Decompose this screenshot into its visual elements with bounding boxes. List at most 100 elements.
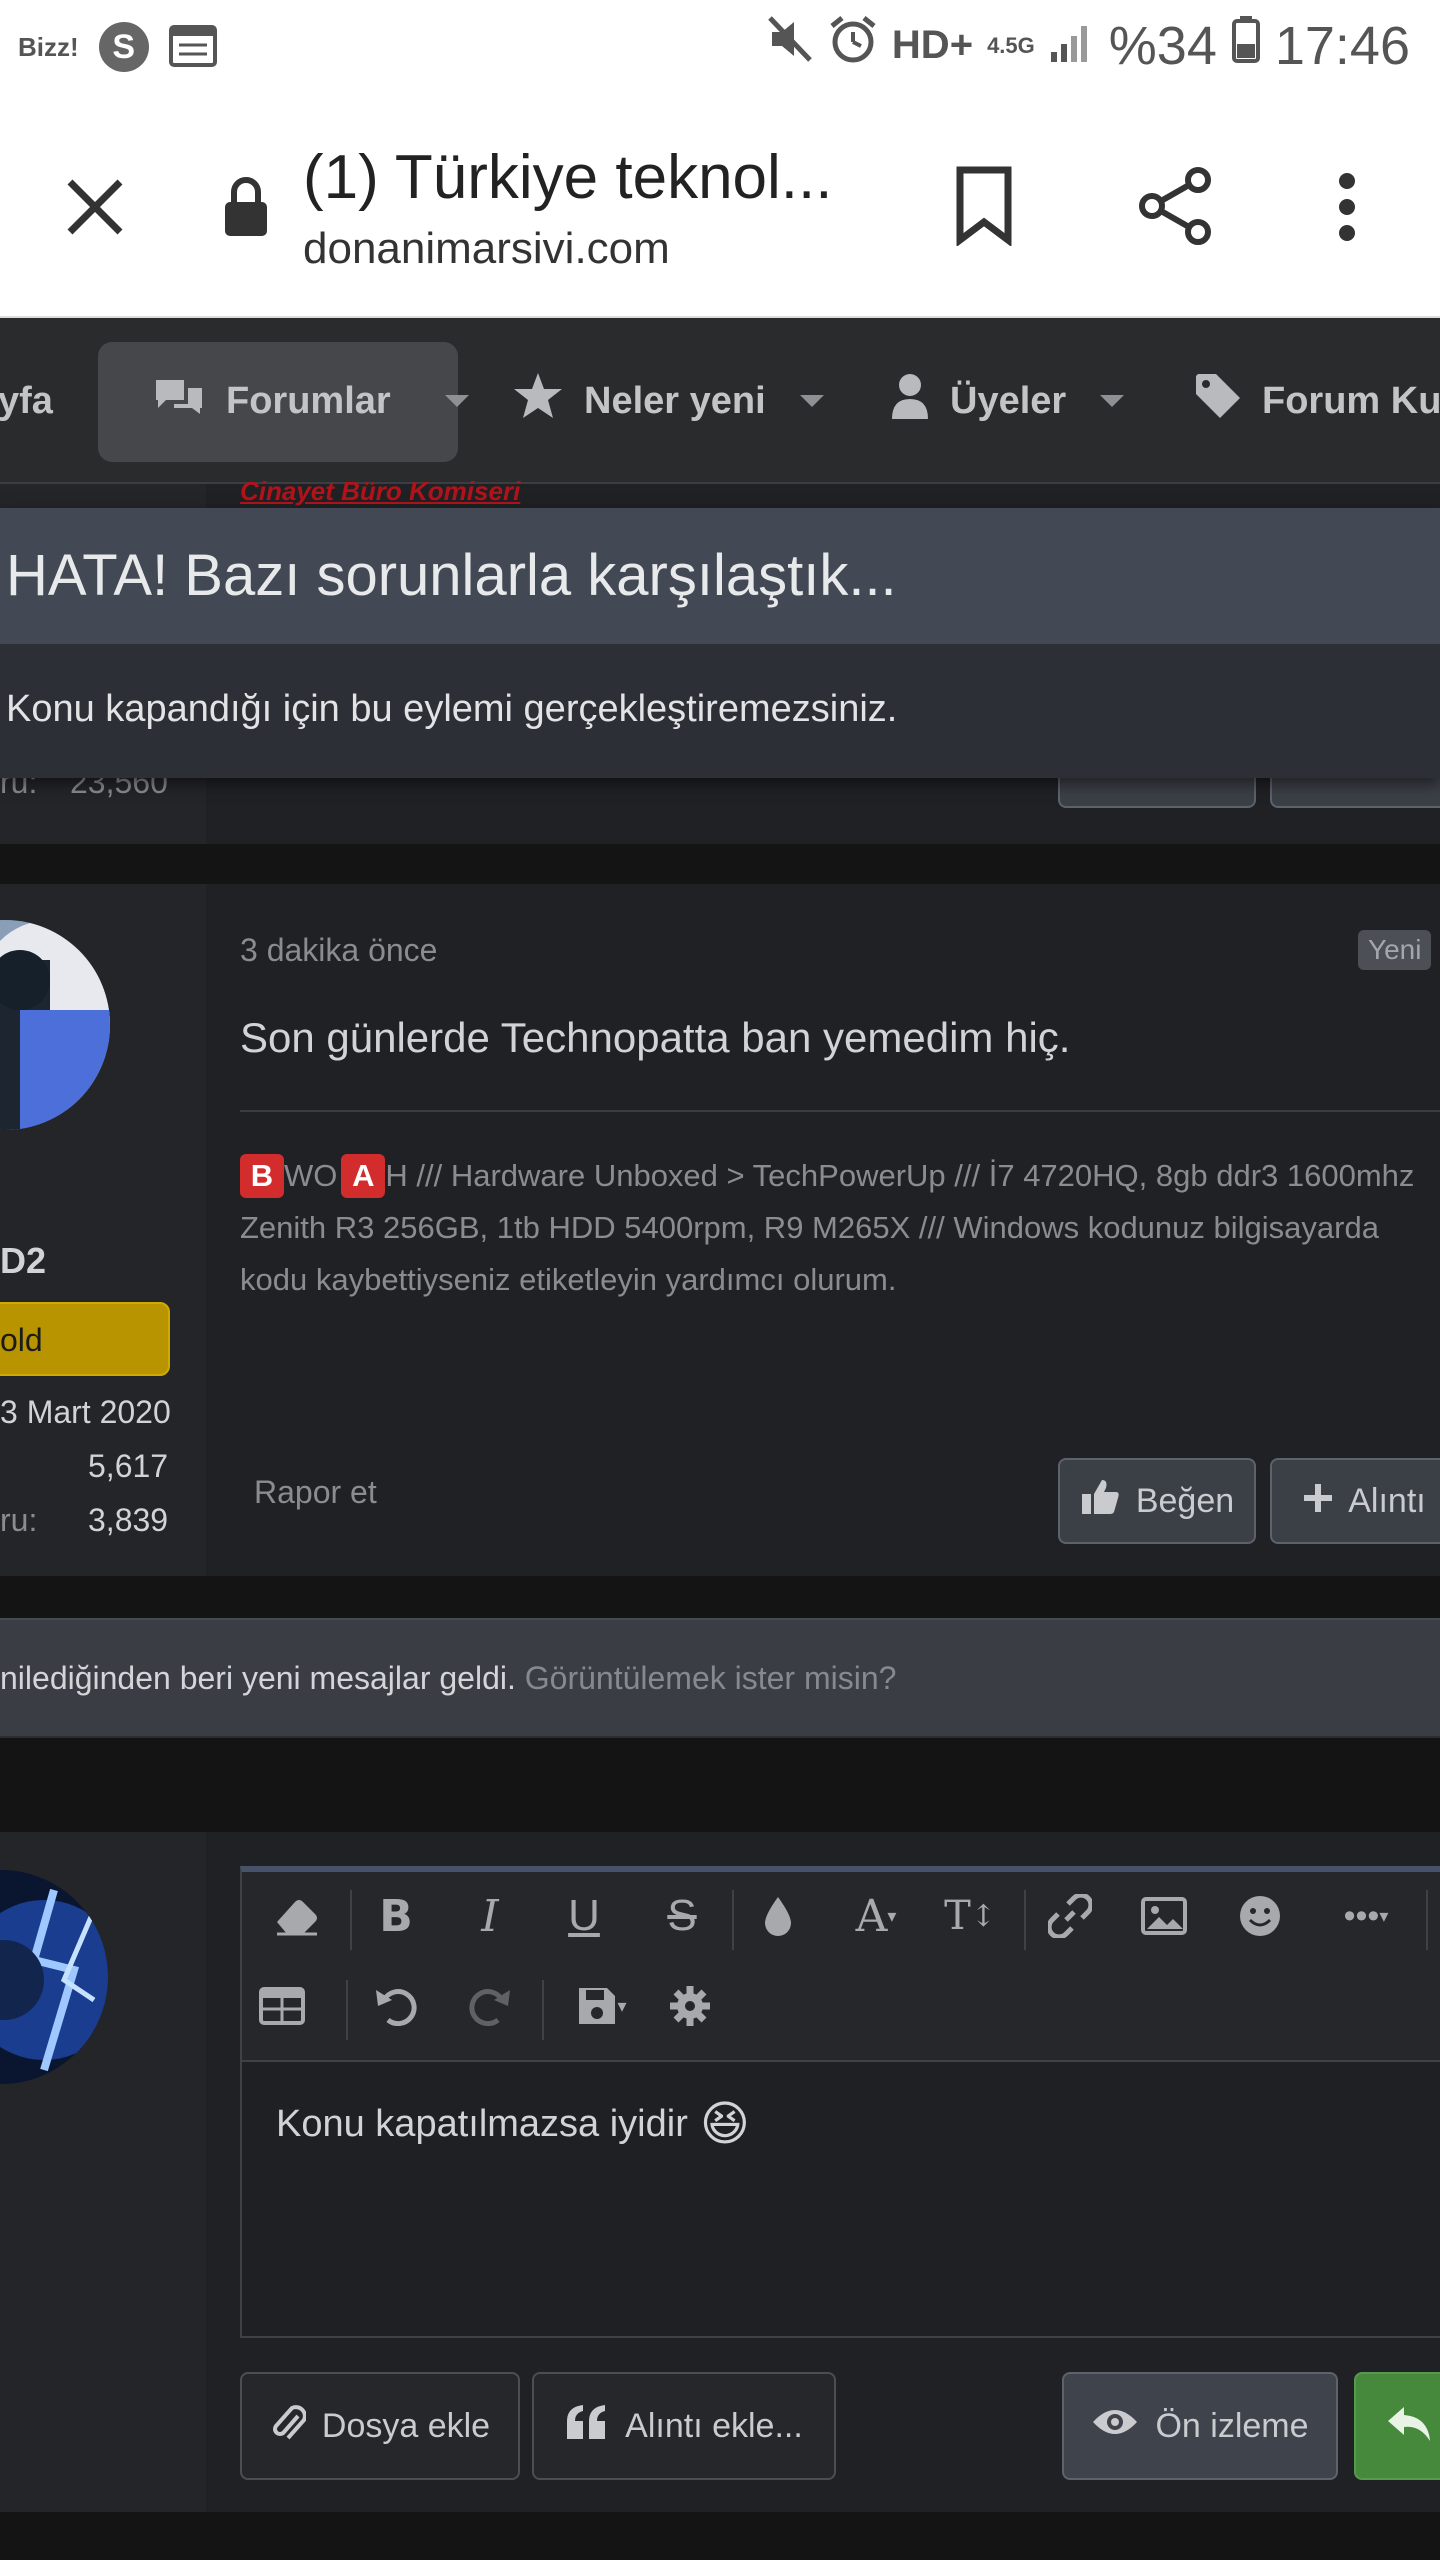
comments-icon <box>152 376 206 426</box>
editor-text: Konu kapatılmazsa iyidir <box>276 2102 688 2145</box>
view-new-messages-link[interactable]: Görüntülemek ister misin? <box>525 1660 897 1696</box>
chevron-down-icon[interactable] <box>799 395 824 407</box>
alarm-icon <box>828 14 878 77</box>
save-draft-icon[interactable]: ▾ <box>552 1966 652 2046</box>
toolbar-divider <box>542 1980 544 2040</box>
signal-icon <box>1049 15 1095 77</box>
quote-left-icon <box>565 2403 609 2450</box>
chevron-down-icon[interactable] <box>1100 395 1125 407</box>
undo-icon[interactable] <box>356 1966 436 2046</box>
reaction-count: 3,839 <box>88 1502 169 1538</box>
like-button[interactable]: Beğen <box>1058 1458 1256 1544</box>
carrier-label: Bizz! <box>18 31 79 62</box>
report-link[interactable]: Rapor et <box>254 1474 377 1511</box>
chevron-down-icon[interactable] <box>444 395 469 407</box>
nav-item-label: Forumlar <box>226 379 391 422</box>
signature-line2: Zenith R3 256GB, 1tb HDD 5400rpm, R9 M26… <box>240 1210 1379 1245</box>
toolbar-divider <box>1024 1890 1026 1950</box>
preview-label: Ön izleme <box>1155 2406 1309 2445</box>
user-rank-badge: old <box>0 1302 170 1376</box>
bookmark-icon[interactable] <box>952 166 1016 251</box>
thumbs-up-icon <box>1080 1478 1120 1525</box>
preview-button[interactable]: Ön izleme <box>1062 2372 1338 2480</box>
network-small: 4.5G <box>987 32 1035 58</box>
toolbar-divider <box>1426 1890 1428 1950</box>
quote-label: Alıntı <box>1348 1481 1426 1520</box>
username-fragment[interactable]: D2 <box>0 1240 46 1282</box>
signature: B WO A H /// Hardware Unboxed > TechPowe… <box>240 1150 1440 1310</box>
mute-icon <box>766 14 814 77</box>
attach-file-button[interactable]: Dosya ekle <box>240 2372 520 2480</box>
settings-icon[interactable] <box>650 1966 730 2046</box>
post-text: Son günlerde Technopatta ban yemedim hiç… <box>240 1014 1071 1061</box>
message-count: 5,617 <box>88 1448 169 1484</box>
post-reply-button[interactable] <box>1354 2372 1440 2480</box>
redo-icon[interactable] <box>450 1966 530 2046</box>
post-time[interactable]: 3 dakika önce <box>240 932 437 969</box>
nav-item-label: Üyeler <box>950 379 1067 422</box>
table-icon[interactable] <box>242 1966 322 2046</box>
user-icon <box>890 373 930 429</box>
more-icon[interactable] <box>1334 172 1360 247</box>
underline-icon[interactable]: U <box>544 1876 624 1956</box>
like-label: Beğen <box>1135 1481 1235 1520</box>
browser-toolbar: (1) Türkiye teknol... donanimarsivi.com <box>0 100 1440 318</box>
smiley-icon[interactable] <box>1220 1876 1300 1956</box>
join-date: 3 Mart 2020 <box>0 1394 171 1430</box>
color-drop-icon[interactable] <box>738 1876 818 1956</box>
paperclip-icon <box>270 2400 307 2453</box>
link-icon[interactable] <box>1030 1876 1110 1956</box>
image-icon[interactable] <box>1124 1876 1204 1956</box>
page-title: (1) Türkiye teknol... <box>303 143 833 212</box>
eye-icon <box>1091 2406 1139 2447</box>
new-messages-notice: nilediğinden beri yeni mesajlar geldi. G… <box>0 1618 1440 1738</box>
close-icon[interactable] <box>62 174 128 245</box>
editor-toolbar: B I U S A ▾ T ↕ ••• ▾ ▾ <box>242 1872 1440 2062</box>
eraser-icon[interactable] <box>256 1876 336 1956</box>
battery-icon <box>1231 14 1261 77</box>
lock-icon[interactable] <box>222 176 270 243</box>
signature-line3: kodu kaybettiyseniz etiketleyin yardımcı… <box>240 1262 897 1297</box>
font-size-icon[interactable]: T ↕ <box>930 1876 1010 1956</box>
clock: 17:46 <box>1274 15 1410 76</box>
nav-item-whats-new[interactable]: Neler yeni <box>512 318 824 484</box>
page-url[interactable]: donanimarsivi.com <box>303 224 670 274</box>
signature-divider <box>240 1110 1440 1112</box>
toolbar-divider <box>346 1980 348 2040</box>
laughing-emoji: 😆 <box>699 2098 750 2151</box>
signature-line1: H /// Hardware Unboxed > TechPowerUp ///… <box>385 1158 1415 1193</box>
bold-icon[interactable]: B <box>356 1876 436 1956</box>
share-icon[interactable] <box>1136 166 1216 251</box>
editor-content[interactable]: Konu kapatılmazsa iyidir 😆 <box>276 2096 750 2152</box>
forum-nav: yfa Forumlar Neler yeni Üyeler Forum Kur <box>0 318 1440 484</box>
nav-item-label: Forum Kur <box>1262 379 1440 422</box>
reply-icon <box>1386 2405 1432 2448</box>
a-emoji-badge: A <box>341 1154 386 1198</box>
font-family-icon[interactable]: A ▾ <box>836 1876 916 1956</box>
nav-item-label: Neler yeni <box>584 379 766 422</box>
toolbar-divider <box>350 1890 352 1950</box>
strikethrough-icon[interactable]: S <box>642 1876 722 1956</box>
error-message: Konu kapandığı için bu eylemi gerçekleşt… <box>6 688 898 730</box>
error-title: HATA! Bazı sorunlarla karşılaştık... <box>6 543 897 608</box>
quote-button[interactable]: Alıntı <box>1270 1458 1440 1544</box>
nav-item-home[interactable]: yfa <box>0 318 53 484</box>
nav-item-forum-rules[interactable]: Forum Kur <box>1194 318 1440 484</box>
italic-icon[interactable]: I <box>450 1876 530 1956</box>
rich-text-editor: B I U S A ▾ T ↕ ••• ▾ ▾ Konu kapatılmazs… <box>240 1866 1440 2338</box>
signature-wo: WO <box>284 1158 338 1193</box>
nav-item-forums[interactable]: Forumlar <box>152 318 469 484</box>
battery-percent: %34 <box>1108 15 1217 76</box>
more-options-icon[interactable]: ••• ▾ <box>1316 1876 1416 1956</box>
s-app-icon: S <box>98 22 149 72</box>
prev-user-title: Cinayet Büro Komiseri <box>240 476 521 506</box>
status-bar: Bizz! S HD+ 4.5G %34 17:46 <box>0 0 1440 100</box>
tag-icon <box>1194 372 1242 430</box>
new-badge: Yeni <box>1358 930 1432 970</box>
reaction-label: ru: <box>0 1502 38 1538</box>
insert-quote-button[interactable]: Alıntı ekle... <box>532 2372 836 2480</box>
new-messages-text: nilediğinden beri yeni mesajlar geldi. <box>0 1660 516 1696</box>
nav-item-members[interactable]: Üyeler <box>890 318 1125 484</box>
toolbar-divider <box>732 1890 734 1950</box>
insert-quote-label: Alıntı ekle... <box>625 2406 803 2445</box>
